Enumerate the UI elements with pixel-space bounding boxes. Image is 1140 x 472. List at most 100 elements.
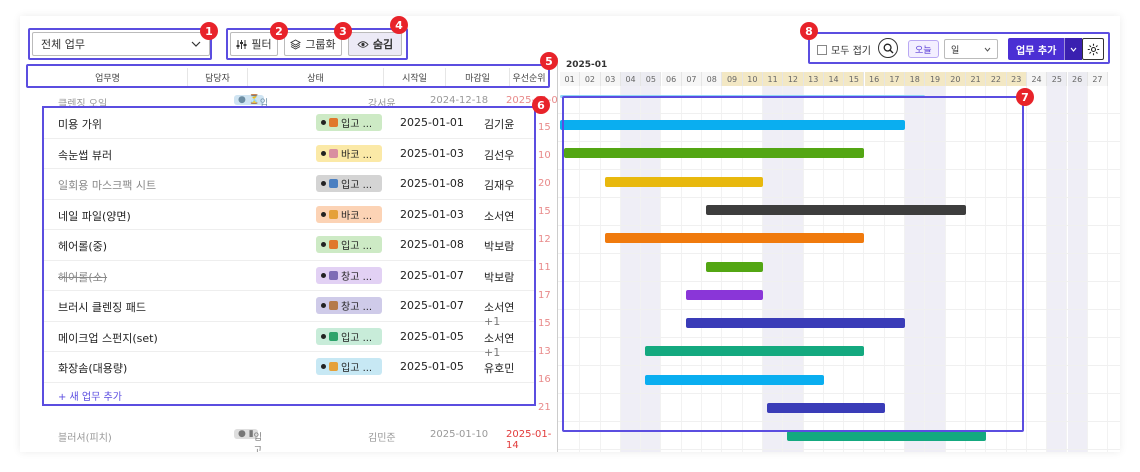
gantt-row-line — [558, 337, 1120, 338]
add-task-dropdown[interactable] — [1064, 38, 1083, 60]
back-due-fragment: 15 — [538, 122, 551, 133]
gantt-day-20: 20 — [945, 72, 966, 86]
task-name: 일회용 마스크팩 시트 — [58, 179, 157, 192]
status-label: 입고 ... — [341, 119, 373, 130]
task-row[interactable]: 일회용 마스크팩 시트 입고 ... 2025-01-08 김재우 — [44, 169, 534, 200]
gantt-bar[interactable] — [685, 289, 763, 300]
add-task-split-button: 업무 추가 — [1008, 38, 1083, 60]
add-task-label[interactable]: 업무 추가 — [1008, 42, 1064, 57]
col-status[interactable]: 상태 — [248, 68, 384, 87]
status-icon — [329, 301, 338, 310]
gantt-bar[interactable] — [645, 374, 824, 385]
app-frame: 전체 업무 1 필터 그룹화 숨김 2 3 4 업무명 담당자 상태 시작일 마… — [20, 16, 1120, 452]
gantt-bar[interactable] — [706, 261, 763, 272]
task-row[interactable]: 헤어롤(중) 입고 ... 2025-01-08 박보람 — [44, 230, 534, 261]
task-row[interactable]: 브러시 클렌징 패드 창고 ... 2025-01-07 소서연 +1 — [44, 291, 534, 328]
collapse-all-label: 모두 접기 — [831, 46, 871, 57]
task-start-date: 2025-01-08 — [400, 177, 464, 190]
checkbox[interactable] — [817, 44, 827, 55]
col-start[interactable]: 시작일 — [384, 68, 446, 87]
status-dot-icon — [321, 364, 326, 369]
status-icon — [329, 118, 338, 127]
col-task-name[interactable]: 업무명 — [28, 68, 188, 87]
task-row[interactable]: 메이크업 스펀지(set) 입고 ... 2025-01-05 소서연 +1 — [44, 322, 534, 359]
today-button[interactable]: 오늘 — [908, 40, 939, 58]
back-row-bottom: 블러셔(피치) ● ▮ 입고 보류 김민준 2025-01-10 2025-01… — [28, 428, 558, 452]
task-owner: 박보람 — [484, 270, 515, 284]
col-due[interactable]: 마감일 — [446, 68, 510, 87]
gantt-day-25: 25 — [1047, 72, 1068, 86]
status-dot-icon — [321, 181, 326, 186]
gantt-day-15: 15 — [844, 72, 865, 86]
status-label: 바코 ... — [341, 149, 373, 161]
task-name: 헤어롤(소) — [58, 270, 108, 284]
back-row-due: 2025-01-14 — [506, 429, 552, 451]
gantt-row-line — [558, 225, 1120, 226]
gantt-bar[interactable] — [787, 431, 987, 442]
badge-3: 3 — [334, 22, 352, 40]
gantt-bar[interactable] — [685, 318, 906, 329]
collapse-all-toggle[interactable]: 모두 접기 — [817, 42, 871, 57]
task-row[interactable]: 네일 파일(양면) 바코 ... 2025-01-03 소서연 — [44, 200, 534, 230]
scope-select[interactable]: 전체 업무 — [32, 32, 210, 56]
status-badge[interactable]: 입고 ... — [316, 327, 382, 345]
status-badge[interactable]: 창고 ... — [316, 297, 382, 314]
task-owner: 김기윤 — [484, 118, 515, 131]
gantt-bar[interactable] — [560, 120, 906, 130]
gantt-bar[interactable] — [564, 148, 865, 159]
group-button[interactable]: 그룹화 — [284, 32, 342, 56]
status-badge[interactable]: 입고 ... — [316, 358, 382, 375]
gantt-bar[interactable] — [706, 204, 966, 215]
gantt-row-line — [558, 141, 1120, 142]
filter-label: 필터 — [251, 38, 272, 51]
chevron-down-icon — [191, 41, 201, 47]
hide-button[interactable]: 숨김 — [348, 32, 402, 56]
gantt-day-27: 27 — [1087, 72, 1109, 86]
task-row[interactable]: 화장솜(대용량) 입고 ... 2025-01-05 유호민 — [44, 352, 534, 383]
status-badge[interactable]: 바코 ... — [316, 144, 382, 162]
gantt-bar[interactable] — [604, 176, 763, 187]
status-badge[interactable]: 입고 ... — [316, 236, 382, 253]
gantt-day-11: 11 — [763, 72, 784, 86]
task-name: 네일 파일(양면) — [58, 209, 131, 223]
badge-6: 6 — [532, 96, 550, 114]
task-owner: 소서연 — [484, 209, 515, 223]
gear-icon — [1082, 38, 1104, 60]
back-row-start: 2025-01-10 — [430, 429, 489, 440]
badge-1: 1 — [200, 22, 218, 40]
gantt-day-02: 02 — [580, 72, 601, 86]
badge-2: 2 — [270, 22, 288, 40]
gantt-bar[interactable] — [645, 346, 865, 357]
task-row[interactable]: 미용 가위 입고 ... 2025-01-01 김기윤 — [44, 108, 534, 139]
gantt-day-14: 14 — [823, 72, 845, 86]
gantt-bar[interactable] — [560, 95, 926, 98]
task-start-date: 2025-01-03 — [400, 207, 464, 221]
view-unit-select[interactable]: 일 — [944, 39, 998, 59]
task-row[interactable]: 헤어롤(소) 창고 ... 2025-01-07 박보람 — [44, 261, 534, 291]
gantt-row-line — [558, 281, 1120, 282]
status-badge[interactable]: 입고 ... — [316, 175, 382, 192]
gantt-bar[interactable] — [604, 233, 865, 244]
status-label: 입고 ... — [341, 363, 373, 374]
gantt-day-12: 12 — [783, 72, 804, 86]
gantt-bar[interactable] — [767, 403, 885, 413]
add-new-task-link[interactable]: + 새 업무 추가 — [58, 388, 122, 403]
back-due-fragment: 12 — [538, 234, 551, 245]
status-label: 바코 ... — [341, 210, 373, 222]
gantt-day-17: 17 — [884, 72, 906, 86]
status-dot-icon — [321, 333, 326, 339]
col-assignee[interactable]: 담당자 — [188, 68, 248, 87]
status-badge[interactable]: 창고 ... — [316, 266, 382, 284]
gantt-day-16: 16 — [864, 72, 885, 86]
status-badge[interactable]: 바코 ... — [316, 205, 382, 223]
status-badge[interactable]: 입고 ... — [316, 114, 382, 131]
add-task-button[interactable]: 업무 추가 — [1008, 38, 1083, 60]
task-row[interactable]: 속눈썹 뷰러 바코 ... 2025-01-03 김선우 — [44, 139, 534, 169]
col-priority[interactable]: 우선순위 — [510, 68, 548, 87]
settings-button[interactable] — [1082, 38, 1104, 60]
status-label: 입고 ... — [341, 180, 373, 191]
gantt-day-10: 10 — [742, 72, 763, 86]
search-button[interactable] — [878, 38, 898, 58]
back-due-fragment: 15 — [538, 318, 551, 329]
back-row-owner: 김민준 — [368, 433, 396, 444]
